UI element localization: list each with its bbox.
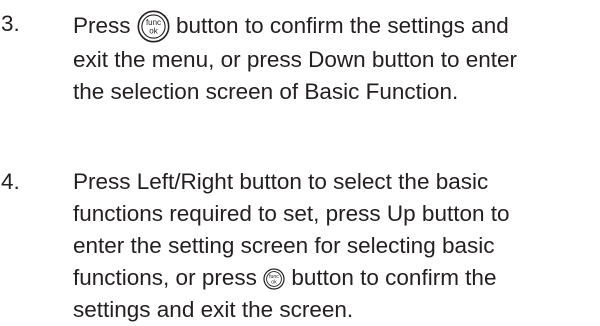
icon-label-bottom: ok (149, 26, 158, 35)
step-line: the selection screen of Basic Function. (73, 79, 459, 104)
step-text: Press Left/Right button to select the ba… (73, 166, 598, 326)
icon-label-bottom: ok (271, 280, 277, 286)
text-segment: Press (73, 13, 137, 38)
step-line: functions, or press func ok button to co… (73, 262, 598, 294)
step-line: settings and exit the screen. (73, 297, 354, 322)
step-line: exit the menu, or press Down button to e… (73, 47, 517, 72)
func-ok-button-icon: func ok (137, 10, 170, 43)
step-number: 4. (1, 169, 20, 194)
step-text: Press func ok button to confirm the sett… (73, 8, 598, 108)
text-segment: button to confirm the settings and (169, 13, 509, 38)
step-line: enter the setting screen for selecting b… (73, 233, 495, 258)
step-line: functions required to set, press Up butt… (73, 201, 510, 226)
step-line: Press func ok button to confirm the sett… (73, 8, 598, 44)
text-segment: functions, or press (73, 265, 264, 290)
func-ok-button-icon: func ok (263, 268, 285, 290)
step-number: 3. (1, 11, 20, 36)
step-line: Press Left/Right button to select the ba… (73, 169, 489, 194)
text-segment: button to confirm the (285, 265, 497, 290)
